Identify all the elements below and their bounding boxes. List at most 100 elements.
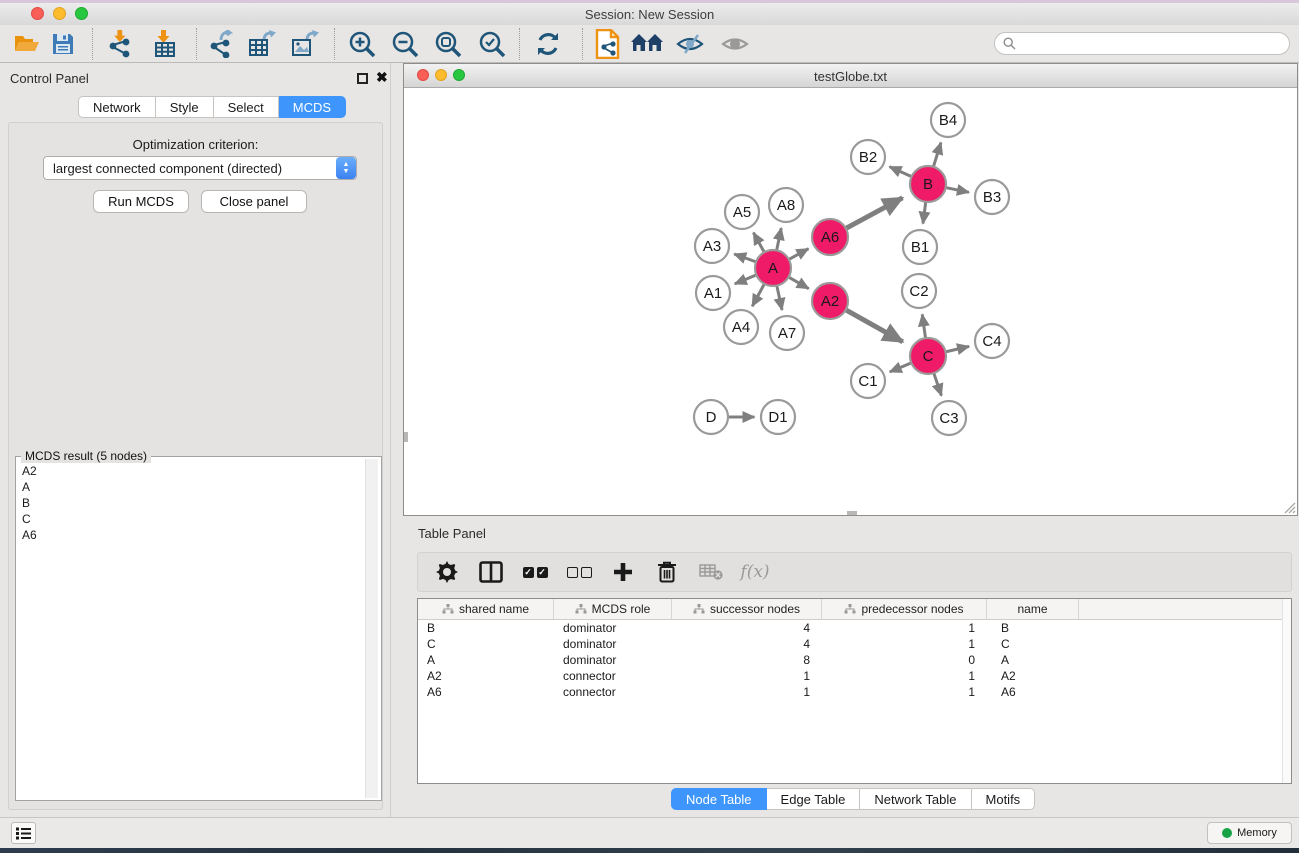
column-header-name[interactable]: name bbox=[987, 599, 1079, 619]
show-all-eye-icon[interactable] bbox=[718, 29, 752, 59]
table-row[interactable]: Adominator80A bbox=[418, 652, 1291, 668]
search-box[interactable] bbox=[994, 32, 1290, 55]
zoom-out-icon[interactable] bbox=[388, 29, 422, 59]
table-cell[interactable]: 1 bbox=[822, 621, 987, 635]
graph-node-A3[interactable]: A3 bbox=[695, 229, 729, 263]
zoom-selected-icon[interactable] bbox=[475, 29, 509, 59]
deselect-all-checks-icon[interactable] bbox=[564, 559, 594, 585]
table-cell[interactable]: A2 bbox=[418, 669, 554, 683]
graph-edge-B-B3[interactable] bbox=[946, 188, 969, 193]
result-scrollbar[interactable] bbox=[365, 459, 378, 798]
graph-edge-C-C3[interactable] bbox=[934, 373, 942, 396]
table-cell[interactable]: A bbox=[418, 653, 554, 667]
tab-node-table[interactable]: Node Table bbox=[671, 788, 767, 810]
table-cell[interactable]: connector bbox=[554, 669, 672, 683]
graph-edge-A6-B[interactable] bbox=[846, 198, 903, 229]
graph-edge-A-A1[interactable] bbox=[735, 275, 757, 284]
table-cell[interactable]: 4 bbox=[672, 637, 822, 651]
table-cell[interactable]: B bbox=[987, 621, 1079, 635]
home-icon[interactable] bbox=[630, 29, 664, 59]
import-network-icon[interactable] bbox=[103, 29, 137, 59]
run-mcds-button[interactable]: Run MCDS bbox=[93, 190, 189, 213]
table-cell[interactable]: connector bbox=[554, 685, 672, 699]
table-cell[interactable]: C bbox=[418, 637, 554, 651]
close-panel-button[interactable]: Close panel bbox=[201, 190, 307, 213]
graph-node-A1[interactable]: A1 bbox=[696, 276, 730, 310]
graph-edge-A-A4[interactable] bbox=[752, 284, 764, 306]
column-header-shared-name[interactable]: shared name bbox=[418, 599, 554, 619]
task-history-button[interactable] bbox=[11, 822, 36, 844]
apply-layout-icon[interactable] bbox=[531, 29, 565, 59]
graph-edge-B-B2[interactable] bbox=[890, 167, 912, 177]
table-cell[interactable]: 0 bbox=[822, 653, 987, 667]
network-graph-canvas[interactable]: AA1A3A5A8A4A7A6A2BB1B2B3B4CC1C2C3C4DD1 bbox=[404, 88, 1297, 515]
graph-edge-A-A5[interactable] bbox=[753, 233, 764, 253]
graph-node-C2[interactable]: C2 bbox=[902, 274, 936, 308]
graph-node-C4[interactable]: C4 bbox=[975, 324, 1009, 358]
graph-edge-A-A8[interactable] bbox=[777, 228, 782, 250]
table-cell[interactable]: 1 bbox=[672, 685, 822, 699]
graph-edge-C-C2[interactable] bbox=[922, 314, 925, 338]
graph-node-B[interactable]: B bbox=[910, 166, 946, 202]
table-cell[interactable]: 8 bbox=[672, 653, 822, 667]
tab-select[interactable]: Select bbox=[214, 96, 279, 118]
graph-edge-A2-C[interactable] bbox=[846, 310, 903, 342]
optimization-criterion-select[interactable]: largest connected component (directed) ▲… bbox=[43, 156, 357, 180]
table-cell[interactable]: A2 bbox=[987, 669, 1079, 683]
graph-node-C1[interactable]: C1 bbox=[851, 364, 885, 398]
graph-node-A4[interactable]: A4 bbox=[724, 310, 758, 344]
graph-node-A7[interactable]: A7 bbox=[770, 316, 804, 350]
table-cell[interactable]: 1 bbox=[672, 669, 822, 683]
mcds-result-item[interactable]: B bbox=[17, 495, 365, 511]
graph-edge-C-C4[interactable] bbox=[946, 346, 969, 352]
table-cell[interactable]: 1 bbox=[822, 637, 987, 651]
graph-node-A5[interactable]: A5 bbox=[725, 195, 759, 229]
column-header-successor-nodes[interactable]: successor nodes bbox=[672, 599, 822, 619]
table-cell[interactable]: dominator bbox=[554, 621, 672, 635]
mcds-result-item[interactable]: C bbox=[17, 511, 365, 527]
zoom-fit-icon[interactable] bbox=[431, 29, 465, 59]
export-image-icon[interactable] bbox=[288, 29, 322, 59]
graph-edge-A-A6[interactable] bbox=[789, 249, 809, 260]
mcds-result-item[interactable]: A6 bbox=[17, 527, 365, 543]
table-cell[interactable]: A bbox=[987, 653, 1079, 667]
mcds-result-item[interactable]: A2 bbox=[17, 463, 365, 479]
horizontal-scroll-nub[interactable] bbox=[847, 511, 857, 515]
vertical-scroll-nub[interactable] bbox=[404, 432, 408, 442]
function-builder-icon[interactable]: f(x) bbox=[740, 559, 770, 585]
tab-network-table[interactable]: Network Table bbox=[860, 788, 971, 810]
table-row[interactable]: Bdominator41B bbox=[418, 620, 1291, 636]
graph-node-B1[interactable]: B1 bbox=[903, 230, 937, 264]
table-row[interactable]: A2connector11A2 bbox=[418, 668, 1291, 684]
select-all-checks-icon[interactable]: ✓✓ bbox=[520, 559, 550, 585]
open-session-icon[interactable] bbox=[10, 29, 44, 59]
table-cell[interactable]: dominator bbox=[554, 653, 672, 667]
settings-gear-icon[interactable] bbox=[432, 559, 462, 585]
graph-edge-A-A3[interactable] bbox=[734, 254, 756, 262]
delete-columns-trash-icon[interactable] bbox=[652, 559, 682, 585]
column-header-predecessor-nodes[interactable]: predecessor nodes bbox=[822, 599, 987, 619]
hide-selected-eye-icon[interactable] bbox=[673, 29, 707, 59]
column-header-MCDS-role[interactable]: MCDS role bbox=[554, 599, 672, 619]
export-table-icon[interactable] bbox=[245, 29, 279, 59]
save-session-icon[interactable] bbox=[46, 29, 80, 59]
table-cell[interactable]: 4 bbox=[672, 621, 822, 635]
graph-edge-A-A2[interactable] bbox=[789, 277, 809, 289]
graph-node-C3[interactable]: C3 bbox=[932, 401, 966, 435]
table-row[interactable]: Cdominator41C bbox=[418, 636, 1291, 652]
graph-node-B2[interactable]: B2 bbox=[851, 140, 885, 174]
tab-edge-table[interactable]: Edge Table bbox=[767, 788, 861, 810]
graph-edge-A-A7[interactable] bbox=[777, 286, 782, 310]
graph-node-A8[interactable]: A8 bbox=[769, 188, 803, 222]
export-network-icon[interactable] bbox=[203, 29, 237, 59]
float-panel-icon[interactable] bbox=[357, 73, 368, 84]
tab-mcds[interactable]: MCDS bbox=[279, 96, 346, 118]
table-cell[interactable]: A6 bbox=[987, 685, 1079, 699]
import-table-icon[interactable] bbox=[148, 29, 182, 59]
network-from-file-icon[interactable] bbox=[591, 29, 625, 59]
create-column-plus-icon[interactable] bbox=[608, 559, 638, 585]
memory-button[interactable]: Memory bbox=[1207, 822, 1292, 844]
zoom-in-icon[interactable] bbox=[345, 29, 379, 59]
graph-edge-C-C1[interactable] bbox=[890, 363, 912, 372]
table-cell[interactable]: 1 bbox=[822, 685, 987, 699]
